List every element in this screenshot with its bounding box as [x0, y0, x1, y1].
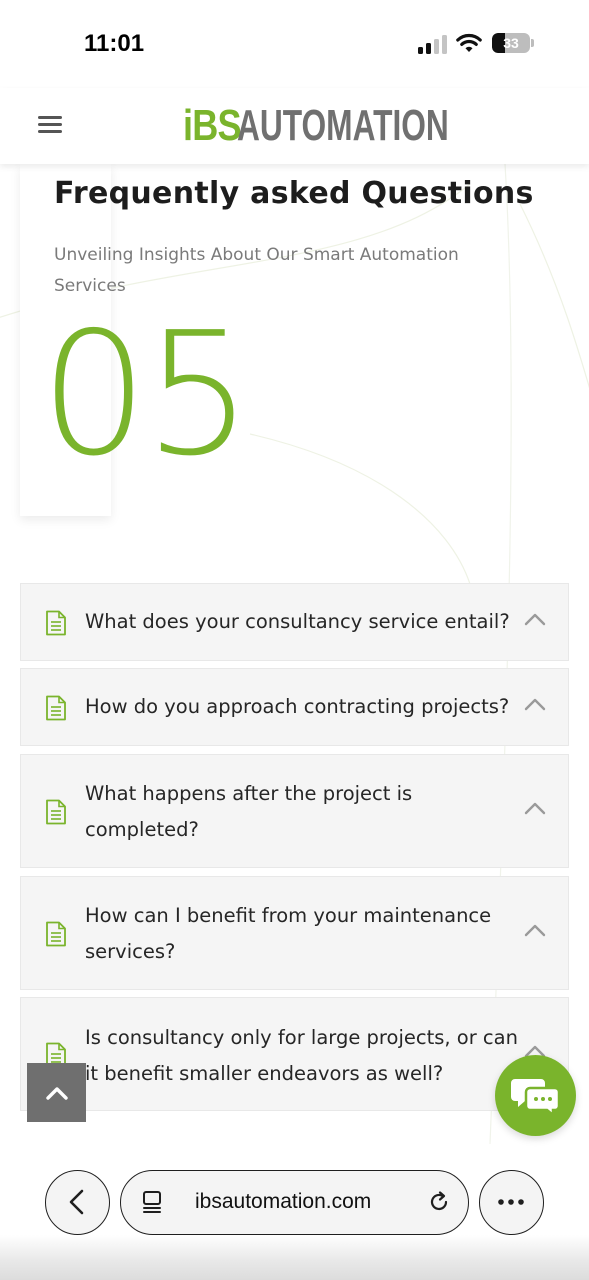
battery-percent: 33	[503, 35, 519, 51]
hamburger-menu-icon[interactable]	[38, 114, 62, 134]
status-time: 11:01	[84, 30, 145, 57]
status-bar: 11:01 33	[0, 0, 589, 88]
battery-icon: 33	[492, 33, 534, 53]
faq-title: Frequently asked Questions	[54, 176, 534, 211]
more-dots-icon	[498, 1199, 524, 1205]
browser-back-button[interactable]	[45, 1170, 110, 1235]
browser-more-button[interactable]	[479, 1170, 544, 1235]
wifi-icon	[456, 33, 482, 52]
scroll-to-top-button[interactable]	[27, 1063, 86, 1122]
chevron-left-icon	[69, 1189, 84, 1215]
arrow-up-icon	[45, 1086, 68, 1100]
chevron-up-icon[interactable]	[524, 612, 546, 626]
chat-bubbles-icon	[511, 1079, 561, 1118]
faq-question: How can I benefit from your maintenance …	[85, 904, 492, 963]
faq-item-contracting[interactable]: How do you approach contracting projects…	[20, 668, 569, 746]
site-header: iBS AUTOMATION	[0, 88, 589, 164]
faq-item-consultancy[interactable]: What does your consultancy service entai…	[20, 583, 569, 661]
faq-item-after-project[interactable]: What happens after the project is comple…	[20, 754, 569, 868]
faq-question: How do you approach contracting projects…	[85, 695, 510, 718]
logo-ibs-text: iBS	[183, 101, 242, 150]
faq-subtitle: Unveiling Insights About Our Smart Autom…	[54, 245, 459, 296]
faq-question: Is consultancy only for large projects, …	[85, 1026, 518, 1085]
document-icon	[46, 695, 66, 721]
logo-automation-text: AUTOMATION	[237, 101, 449, 150]
address-bar[interactable]: ibsautomation.com	[120, 1170, 469, 1235]
chevron-up-icon[interactable]	[524, 801, 546, 815]
faq-question: What does your consultancy service entai…	[85, 610, 510, 633]
chat-button[interactable]	[495, 1055, 576, 1136]
site-logo[interactable]: iBS AUTOMATION	[183, 102, 531, 148]
url-text: ibsautomation.com	[195, 1190, 372, 1213]
faq-question: What happens after the project is comple…	[85, 782, 413, 841]
document-icon	[46, 921, 66, 947]
document-icon	[46, 610, 66, 636]
faq-big-number: 05	[40, 296, 252, 494]
faq-item-maintenance[interactable]: How can I benefit from your maintenance …	[20, 876, 569, 990]
chevron-up-icon[interactable]	[524, 697, 546, 711]
cellular-signal-icon	[418, 34, 448, 54]
document-icon	[46, 799, 66, 825]
page-tabs-icon[interactable]	[141, 1190, 163, 1214]
chevron-up-icon[interactable]	[524, 923, 546, 937]
faq-item-small-projects[interactable]: Is consultancy only for large projects, …	[20, 997, 569, 1111]
browser-toolbar: ibsautomation.com	[0, 1140, 589, 1280]
reload-icon[interactable]	[427, 1190, 451, 1214]
